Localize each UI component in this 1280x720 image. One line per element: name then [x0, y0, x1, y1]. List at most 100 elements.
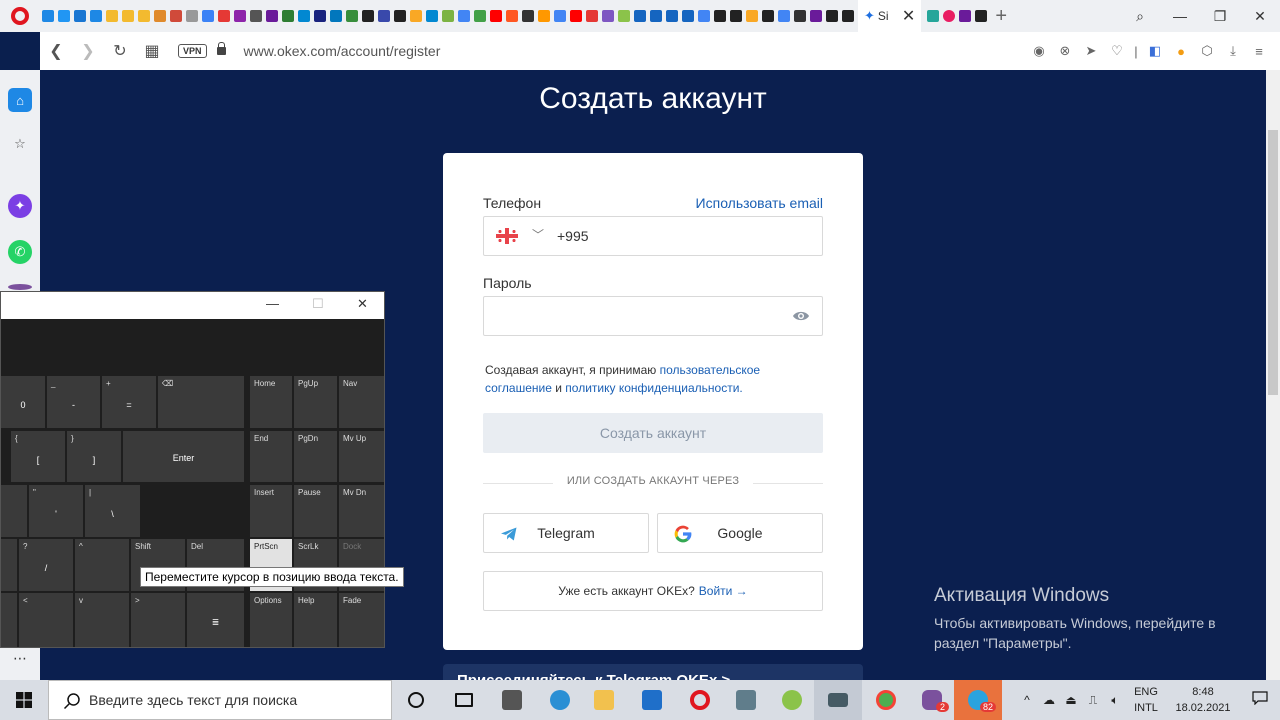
network-icon[interactable]: ⎍	[1082, 693, 1104, 708]
tab-favicon-icon[interactable]	[810, 10, 822, 22]
telegram-banner[interactable]: Присоединяйтесь к Telegram OKEx >	[443, 664, 863, 680]
tab-favicon-icon[interactable]	[442, 10, 454, 22]
key-bracket-open[interactable]: {[	[11, 431, 65, 482]
tab-favicon-icon[interactable]	[650, 10, 662, 22]
lock-icon[interactable]	[216, 42, 226, 55]
cortana-icon[interactable]	[392, 680, 440, 720]
key-quote[interactable]: " '	[29, 485, 83, 537]
tab-close-icon[interactable]: ✕	[902, 6, 915, 26]
reload-icon[interactable]: ↻	[104, 41, 136, 61]
back-arrow-icon[interactable]: ❮	[40, 41, 72, 61]
task-view-icon[interactable]	[440, 680, 488, 720]
menu-icon[interactable]: ≡	[1246, 44, 1272, 59]
use-email-link[interactable]: Использовать email	[696, 195, 823, 211]
key-minus[interactable]: _ -	[47, 376, 100, 428]
tab-favicon-icon[interactable]	[634, 10, 646, 22]
tab-active[interactable]: ✦ Si ✕	[858, 0, 922, 32]
key-up[interactable]: ^	[75, 539, 129, 591]
taskbar-search[interactable]: Введите здесь текст для поиска	[48, 680, 392, 720]
tiles-grid-icon[interactable]: ▦	[136, 41, 168, 61]
chrome-icon[interactable]	[862, 680, 910, 720]
key-mvdn[interactable]: Mv Dn	[339, 485, 384, 537]
key-semicolon[interactable]	[1, 485, 27, 537]
opera-menu-button[interactable]	[0, 0, 40, 32]
clock[interactable]: 8:48 18.02.2021	[1166, 684, 1240, 716]
tab-favicon-icon[interactable]	[138, 10, 150, 22]
key-help[interactable]: Help	[294, 593, 337, 647]
osk-app-icon[interactable]	[814, 680, 862, 720]
phone-code[interactable]: +995	[557, 228, 589, 244]
tab-favicon-icon[interactable]	[282, 10, 294, 22]
tab-favicon-icon[interactable]	[943, 10, 956, 22]
key-backspace[interactable]: ⌫	[158, 376, 244, 428]
tab-favicon-icon[interactable]	[314, 10, 326, 22]
wallet-icon[interactable]: ●	[1168, 44, 1194, 59]
eye-icon[interactable]	[792, 309, 810, 323]
login-row[interactable]: Уже есть аккаунт OKEx? Войти →	[483, 571, 823, 611]
tab-favicon-icon[interactable]	[842, 10, 854, 22]
tab-favicon-icon[interactable]	[959, 10, 972, 22]
tab-favicon-icon[interactable]	[778, 10, 790, 22]
heart-icon[interactable]: ♡	[1104, 43, 1130, 59]
viber-icon[interactable]	[8, 284, 32, 290]
messenger-icon[interactable]: ✦	[8, 194, 32, 218]
send-icon[interactable]: ➤	[1078, 43, 1104, 59]
tab-favicon-icon[interactable]	[266, 10, 278, 22]
store-icon[interactable]	[488, 680, 536, 720]
tab-favicon-icon[interactable]	[362, 10, 374, 22]
key-options[interactable]: Options	[250, 593, 292, 647]
tab-favicon-icon[interactable]	[506, 10, 518, 22]
key-end[interactable]: End	[250, 431, 292, 482]
key-bracket-close[interactable]: }]	[67, 431, 121, 482]
language-indicator[interactable]: ENG INTL	[1126, 684, 1166, 716]
key-down[interactable]: v	[75, 593, 129, 647]
tab-favicon-icon[interactable]	[746, 10, 758, 22]
whatsapp-icon[interactable]: ✆	[8, 240, 32, 264]
tab-favicon-icon[interactable]	[218, 10, 230, 22]
phone-field[interactable]: ﹀ +995	[483, 216, 823, 256]
tab-favicon-icon[interactable]	[666, 10, 678, 22]
tab-favicon-icon[interactable]	[298, 10, 310, 22]
privacy-link[interactable]: политику конфиденциальности.	[565, 381, 742, 395]
tab-favicon-icon[interactable]	[186, 10, 198, 22]
key-insert[interactable]: Insert	[250, 485, 292, 537]
bookmark-star-icon[interactable]: ☆	[8, 132, 32, 156]
minimize-icon[interactable]: —	[1160, 8, 1200, 24]
adblock-icon[interactable]: ⊗	[1052, 43, 1078, 59]
usb-icon[interactable]: ⏏	[1060, 693, 1082, 707]
tab-favicon-icon[interactable]	[346, 10, 358, 22]
key-fade[interactable]: Fade	[339, 593, 384, 647]
tab-favicon-icon[interactable]	[927, 10, 940, 22]
translate-icon[interactable]: ◧	[1142, 43, 1168, 59]
key-menu[interactable]: ≣	[187, 593, 244, 647]
tab-favicon-icon[interactable]	[762, 10, 774, 22]
explorer-icon[interactable]	[580, 680, 628, 720]
cloud-icon[interactable]: ☁	[1038, 693, 1060, 707]
tab-favicon-icon[interactable]	[975, 10, 988, 22]
georgia-flag-icon[interactable]	[496, 228, 518, 244]
cube-icon[interactable]: ⬡	[1194, 43, 1220, 59]
tab-favicon-icon[interactable]	[682, 10, 694, 22]
tab-favicon-icon[interactable]	[42, 10, 54, 22]
url-field[interactable]: www.okex.com/account/register	[244, 43, 441, 59]
key-period[interactable]	[1, 539, 17, 591]
tab-favicon-icon[interactable]	[234, 10, 246, 22]
tab-favicon-icon[interactable]	[170, 10, 182, 22]
telegram-button[interactable]: Telegram	[483, 513, 649, 553]
scrollbar-thumb[interactable]	[1268, 130, 1278, 395]
download-icon[interactable]: ⤓	[1220, 43, 1246, 59]
key-enter[interactable]: Enter	[123, 431, 244, 482]
calculator-icon[interactable]	[722, 680, 770, 720]
tab-favicon-icon[interactable]	[554, 10, 566, 22]
tab-favicon-icon[interactable]	[154, 10, 166, 22]
password-field[interactable]	[483, 296, 823, 336]
key-nav[interactable]: Nav	[339, 376, 384, 428]
key-pause[interactable]: Pause	[294, 485, 337, 537]
tab-favicon-icon[interactable]	[586, 10, 598, 22]
key-ctrl[interactable]	[1, 593, 17, 647]
new-tab-button[interactable]: +	[995, 5, 1007, 28]
key-pgup[interactable]: PgUp	[294, 376, 337, 428]
tab-favicon-icon[interactable]	[122, 10, 134, 22]
tab-favicon-icon[interactable]	[538, 10, 550, 22]
mail-icon[interactable]	[628, 680, 676, 720]
